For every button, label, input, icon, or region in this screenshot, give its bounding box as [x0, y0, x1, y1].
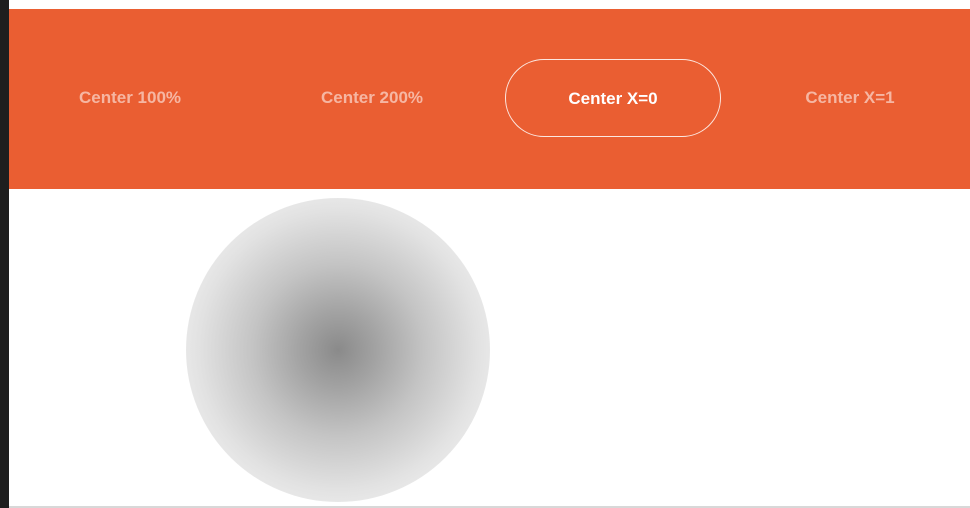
tab-center-100[interactable]: Center 100% — [55, 59, 205, 137]
tab-center-x0[interactable]: Center X=0 — [505, 59, 721, 137]
tab-center-200[interactable]: Center 200% — [291, 59, 453, 137]
radial-gradient-preview — [186, 198, 490, 502]
app-window: Center 100% Center 200% Center X=0 Cente… — [0, 0, 970, 508]
gradient-center-toolbar: Center 100% Center 200% Center X=0 Cente… — [9, 9, 970, 189]
preview-area — [9, 189, 970, 506]
top-margin — [9, 0, 970, 9]
tab-center-x1[interactable]: Center X=1 — [779, 59, 921, 137]
window-left-border — [0, 0, 9, 508]
